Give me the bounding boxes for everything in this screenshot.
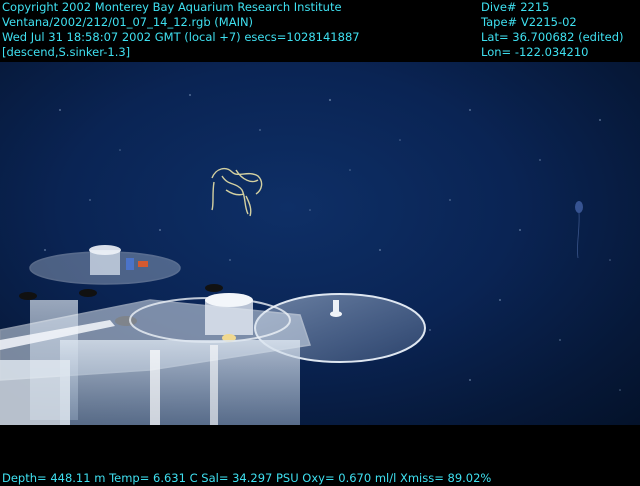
timestamp-line: Wed Jul 31 18:58:07 2002 GMT (local +7) … bbox=[2, 30, 360, 44]
scene-illustration bbox=[0, 94, 621, 425]
dive-number: Dive# 2215 bbox=[481, 0, 550, 14]
telemetry-overlay: Depth= 448.11 m Temp= 6.631 C Sal= 34.29… bbox=[2, 471, 491, 486]
copyright-line: Copyright 2002 Monterey Bay Aquarium Res… bbox=[2, 0, 342, 14]
telemetry-line: Depth= 448.11 m Temp= 6.631 C Sal= 34.29… bbox=[2, 471, 492, 485]
tape-number: Tape# V2215-02 bbox=[481, 15, 577, 29]
gelatinous-organism bbox=[211, 167, 263, 217]
small-jellyfish bbox=[575, 201, 583, 259]
header-left-overlay: Copyright 2002 Monterey Bay Aquarium Res… bbox=[2, 0, 360, 60]
latitude: Lat= 36.700682 (edited) bbox=[481, 30, 624, 44]
longitude: Lon= -122.034210 bbox=[481, 45, 589, 59]
underwater-video-frame bbox=[0, 62, 640, 425]
mode-line: [descend,S.sinker-1.3] bbox=[2, 45, 131, 59]
header-right-overlay: Dive# 2215 Tape# V2215-02 Lat= 36.700682… bbox=[481, 0, 624, 60]
sampler-apparatus bbox=[0, 245, 426, 425]
file-line: Ventana/2002/212/01_07_14_12.rgb (MAIN) bbox=[2, 15, 254, 29]
